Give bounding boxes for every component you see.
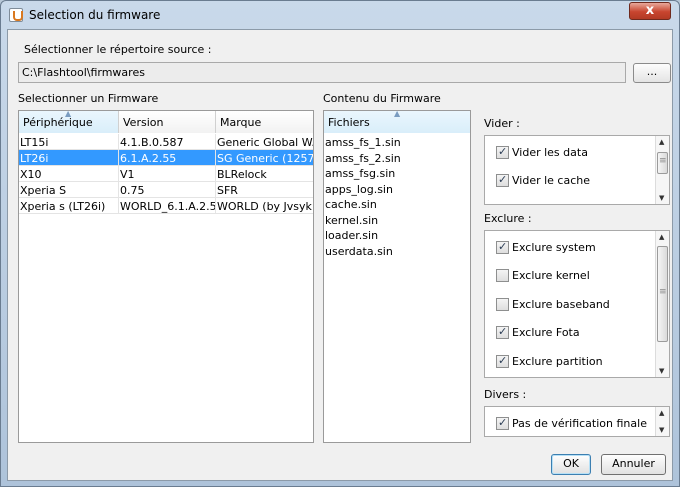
file-list-item[interactable]: kernel.sin [325,212,378,228]
java-app-icon [9,8,23,22]
checkbox-label: Exclure baseband [512,297,610,311]
wipe-scrollbar[interactable]: ▲ ▼ [655,136,669,204]
cell-brand: SG Generic (1257... [217,152,314,165]
checkbox-box[interactable] [496,354,509,368]
checkbox-label: Vider le cache [512,174,591,187]
column-header-version-label: Version [123,116,164,129]
browse-button[interactable]: ... [633,63,671,83]
checkbox-box[interactable] [496,297,509,311]
cell-brand: SFR [216,182,313,198]
file-list-item[interactable]: userdata.sin [325,243,393,259]
file-list-item[interactable]: cache.sin [325,196,377,212]
source-label: Sélectionner le répertoire source : [24,43,212,56]
scroll-up-icon[interactable]: ▲ [659,138,664,146]
misc-scrollbar[interactable]: ▲ ▼ [655,407,669,436]
firmware-table-header: ▲ Périphérique Version Marque [19,111,313,133]
exclude-options-panel: Exclure system Exclure kernel Exclure base… [484,230,670,378]
close-icon: x [645,3,655,18]
file-list-item[interactable]: apps_log.sin [325,181,393,197]
column-header-version[interactable]: Version [119,111,216,133]
cell-version: WORLD_6.1.A.2.50 [120,198,216,214]
checkbox-label: Exclure system [512,241,596,254]
source-path-field[interactable]: C:\Flashtool\firmwares [18,62,626,83]
column-header-device[interactable]: ▲ Périphérique [19,111,119,133]
cell-version: V1 [119,166,216,182]
sort-ascending-icon: ▲ [65,110,72,118]
firmware-content-table[interactable]: ▲ Fichiers amss_fs_1.sin amss_fs_2.sin ams… [323,110,471,443]
scroll-down-icon[interactable]: ▼ [659,367,664,375]
checkbox-label: Exclure Fota [512,326,580,340]
wipe-options-panel: Vider les data Vider le cache ▲ ▼ [484,135,670,205]
file-list-item[interactable]: amss_fs_2.sin [325,150,401,166]
cell-device: X10 [19,166,119,182]
file-list-item[interactable]: amss_fsg.sin [325,165,395,181]
checkbox-box[interactable] [496,173,509,187]
exclude-label: Exclure : [484,212,532,225]
table-row[interactable]: Xperia s (LT26i) WORLD_6.1.A.2.50 WORLD (b… [19,198,313,214]
table-row[interactable]: Xperia S 0.75 SFR [19,182,313,198]
cell-brand: BLRelock [216,166,313,182]
scroll-thumb[interactable] [657,246,668,342]
cancel-button[interactable]: Annuler [601,454,666,475]
scroll-down-icon[interactable]: ▼ [659,426,664,434]
cell-version: 6.1.A.2.55 [119,150,216,166]
cell-device: Xperia S [19,182,119,198]
scroll-thumb[interactable] [657,152,668,174]
table-row[interactable]: LT15i 4.1.B.0.587 Generic Global W... [19,134,313,150]
firmware-list-label: Selectionner un Firmware [18,92,159,105]
wipe-label: Vider : [484,117,520,130]
misc-options-panel: Pas de vérification finale ▲ ▼ [484,406,670,437]
cell-version: 0.75 [119,182,216,198]
scroll-up-icon[interactable]: ▲ [659,409,664,417]
scroll-up-icon[interactable]: ▲ [659,233,664,241]
scroll-down-icon[interactable]: ▼ [659,194,664,202]
checkbox-label: Vider les data [512,146,588,159]
checkbox-label: Exclure kernel [512,269,590,283]
checkbox-box[interactable] [496,145,509,159]
checkbox-box[interactable] [496,240,509,254]
column-header-brand-label: Marque [220,116,262,129]
exclude-scrollbar[interactable]: ▲ ▼ [655,231,669,377]
column-header-files[interactable]: ▲ Fichiers [324,110,470,133]
cell-version: 4.1.B.0.587 [119,134,216,150]
cell-device: LT15i [19,134,119,150]
ok-button[interactable]: OK [551,454,591,475]
cell-brand: Generic Global W... [217,136,314,149]
sort-ascending-icon: ▲ [394,110,401,118]
misc-label: Divers : [484,388,527,401]
cell-brand: WORLD (by Jvsyk... [217,200,314,213]
files-header: ▲ Fichiers [324,111,470,133]
checkbox-box[interactable] [496,416,509,430]
column-header-device-label: Périphérique [23,116,93,129]
firmware-table[interactable]: ▲ Périphérique Version Marque LT15i 4.1.B… [18,110,314,443]
close-button[interactable]: x [629,2,671,20]
column-header-brand[interactable]: Marque [216,111,313,133]
checkbox-label: Exclure partition [512,354,603,368]
checkbox-box[interactable] [496,325,509,340]
title-bar[interactable]: Selection du firmware x [1,1,679,29]
checkbox-label: Pas de vérification finale [512,417,647,430]
file-list-item[interactable]: amss_fs_1.sin [325,134,401,150]
column-header-files-label: Fichiers [328,116,370,129]
cell-device: Xperia s (LT26i) [19,198,119,214]
file-list-item[interactable]: loader.sin [325,227,378,243]
checkbox-box[interactable] [496,269,509,283]
firmware-selection-window: Selection du firmware x Sélectionner le … [0,0,680,487]
dialog-content: Sélectionner le répertoire source : C:\F… [7,29,673,481]
table-row[interactable]: LT26i6.1.A.2.55SG Generic (1257... [19,150,313,166]
cell-device: LT26i [19,150,119,166]
table-row[interactable]: X10 V1 BLRelock [19,166,313,182]
window-title: Selection du firmware [29,8,161,22]
firmware-content-label: Contenu du Firmware [323,92,441,105]
